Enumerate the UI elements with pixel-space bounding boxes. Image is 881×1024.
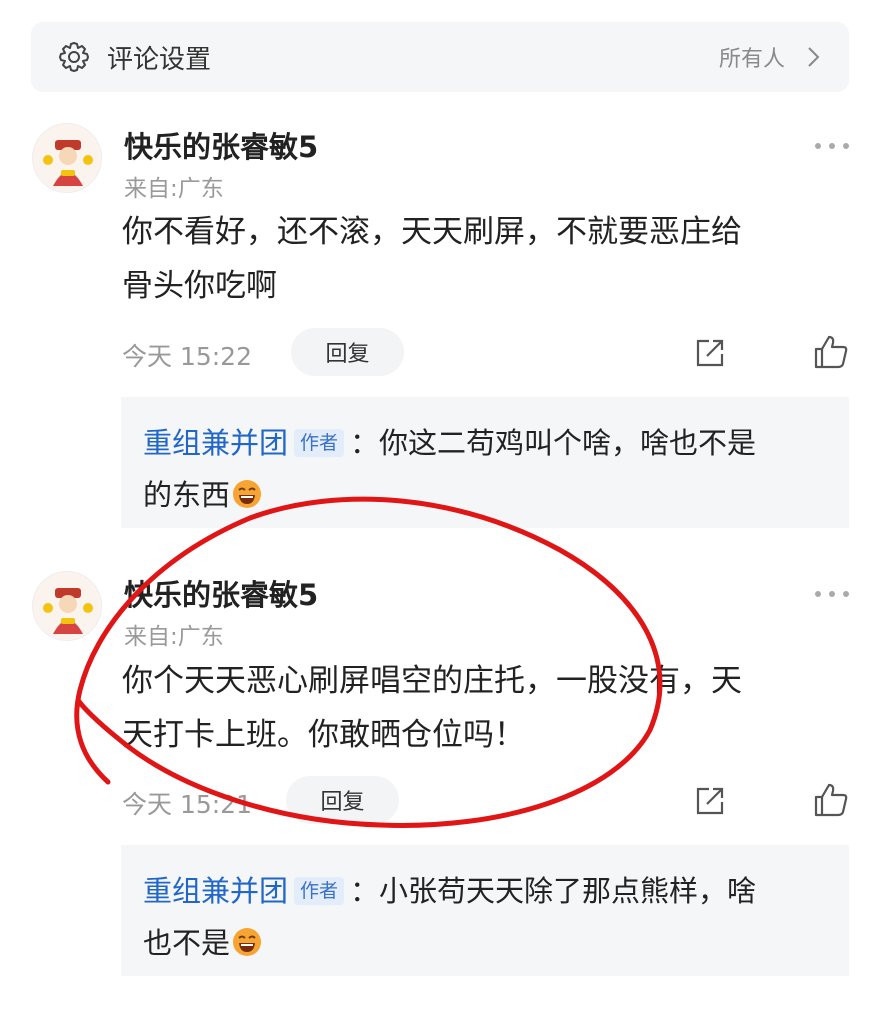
timestamp: 今天 15:22 <box>122 342 252 371</box>
reply-text: 你这二苟鸡叫个啥，啥也不是 <box>379 426 757 460</box>
comment-text-line: 你不看好，还不滚，天天刷屏，不就要恶庄给 <box>122 214 742 250</box>
reply-author[interactable]: 重组兼并团 <box>143 874 288 908</box>
thumbs-up-icon[interactable] <box>813 334 849 370</box>
reply-author[interactable]: 重组兼并团 <box>143 426 288 460</box>
reply-box[interactable]: 重组兼并团 作者 ：小张苟天天除了那点熊样，啥 也不是 <box>121 845 849 976</box>
reply-text: 也不是 <box>143 926 231 960</box>
location: 来自:广东 <box>124 176 224 202</box>
more-icon[interactable] <box>813 136 851 149</box>
location: 来自:广东 <box>124 624 224 650</box>
reply-text: 小张苟天天除了那点熊样，啥 <box>379 874 757 908</box>
reply-button[interactable]: 回复 <box>286 776 399 824</box>
author-tag: 作者 <box>294 429 345 457</box>
comment-text-line: 骨头你吃啊 <box>122 268 277 304</box>
settings-title: 评论设置 <box>107 44 212 75</box>
reply-button[interactable]: 回复 <box>291 328 404 376</box>
author-tag: 作者 <box>294 877 345 905</box>
avatar[interactable] <box>32 571 102 641</box>
settings-value: 所有人 <box>718 47 785 72</box>
comment-text: 你个天天恶心刷屏唱空的庄托，一股没有，天 天打卡上班。你敢晒仓位吗！ <box>122 654 822 762</box>
comment-text: 你不看好，还不滚，天天刷屏，不就要恶庄给 骨头你吃啊 <box>122 205 822 313</box>
reply-box[interactable]: 重组兼并团 作者 ：你这二苟鸡叫个啥，啥也不是 的东西 <box>121 397 849 528</box>
chevron-right-icon <box>807 45 821 69</box>
gear-icon <box>57 40 91 74</box>
timestamp: 今天 15:21 <box>122 790 252 819</box>
share-icon[interactable] <box>693 336 727 370</box>
thumbs-up-icon[interactable] <box>813 782 849 818</box>
share-icon[interactable] <box>693 784 727 818</box>
username[interactable]: 快乐的张睿敏5 <box>124 124 318 166</box>
laughing-emoji-icon <box>232 921 262 956</box>
reply-text: 的东西 <box>143 478 231 512</box>
comment-text-line: 天打卡上班。你敢晒仓位吗！ <box>122 717 525 753</box>
laughing-emoji-icon <box>232 473 262 508</box>
comment-settings-bar[interactable]: 评论设置 所有人 <box>31 22 849 92</box>
more-icon[interactable] <box>813 584 851 597</box>
avatar[interactable] <box>32 123 102 193</box>
reply-separator: ： <box>350 426 380 460</box>
username[interactable]: 快乐的张睿敏5 <box>124 572 318 614</box>
reply-separator: ： <box>350 874 380 908</box>
comment-text-line: 你个天天恶心刷屏唱空的庄托，一股没有，天 <box>122 663 742 699</box>
